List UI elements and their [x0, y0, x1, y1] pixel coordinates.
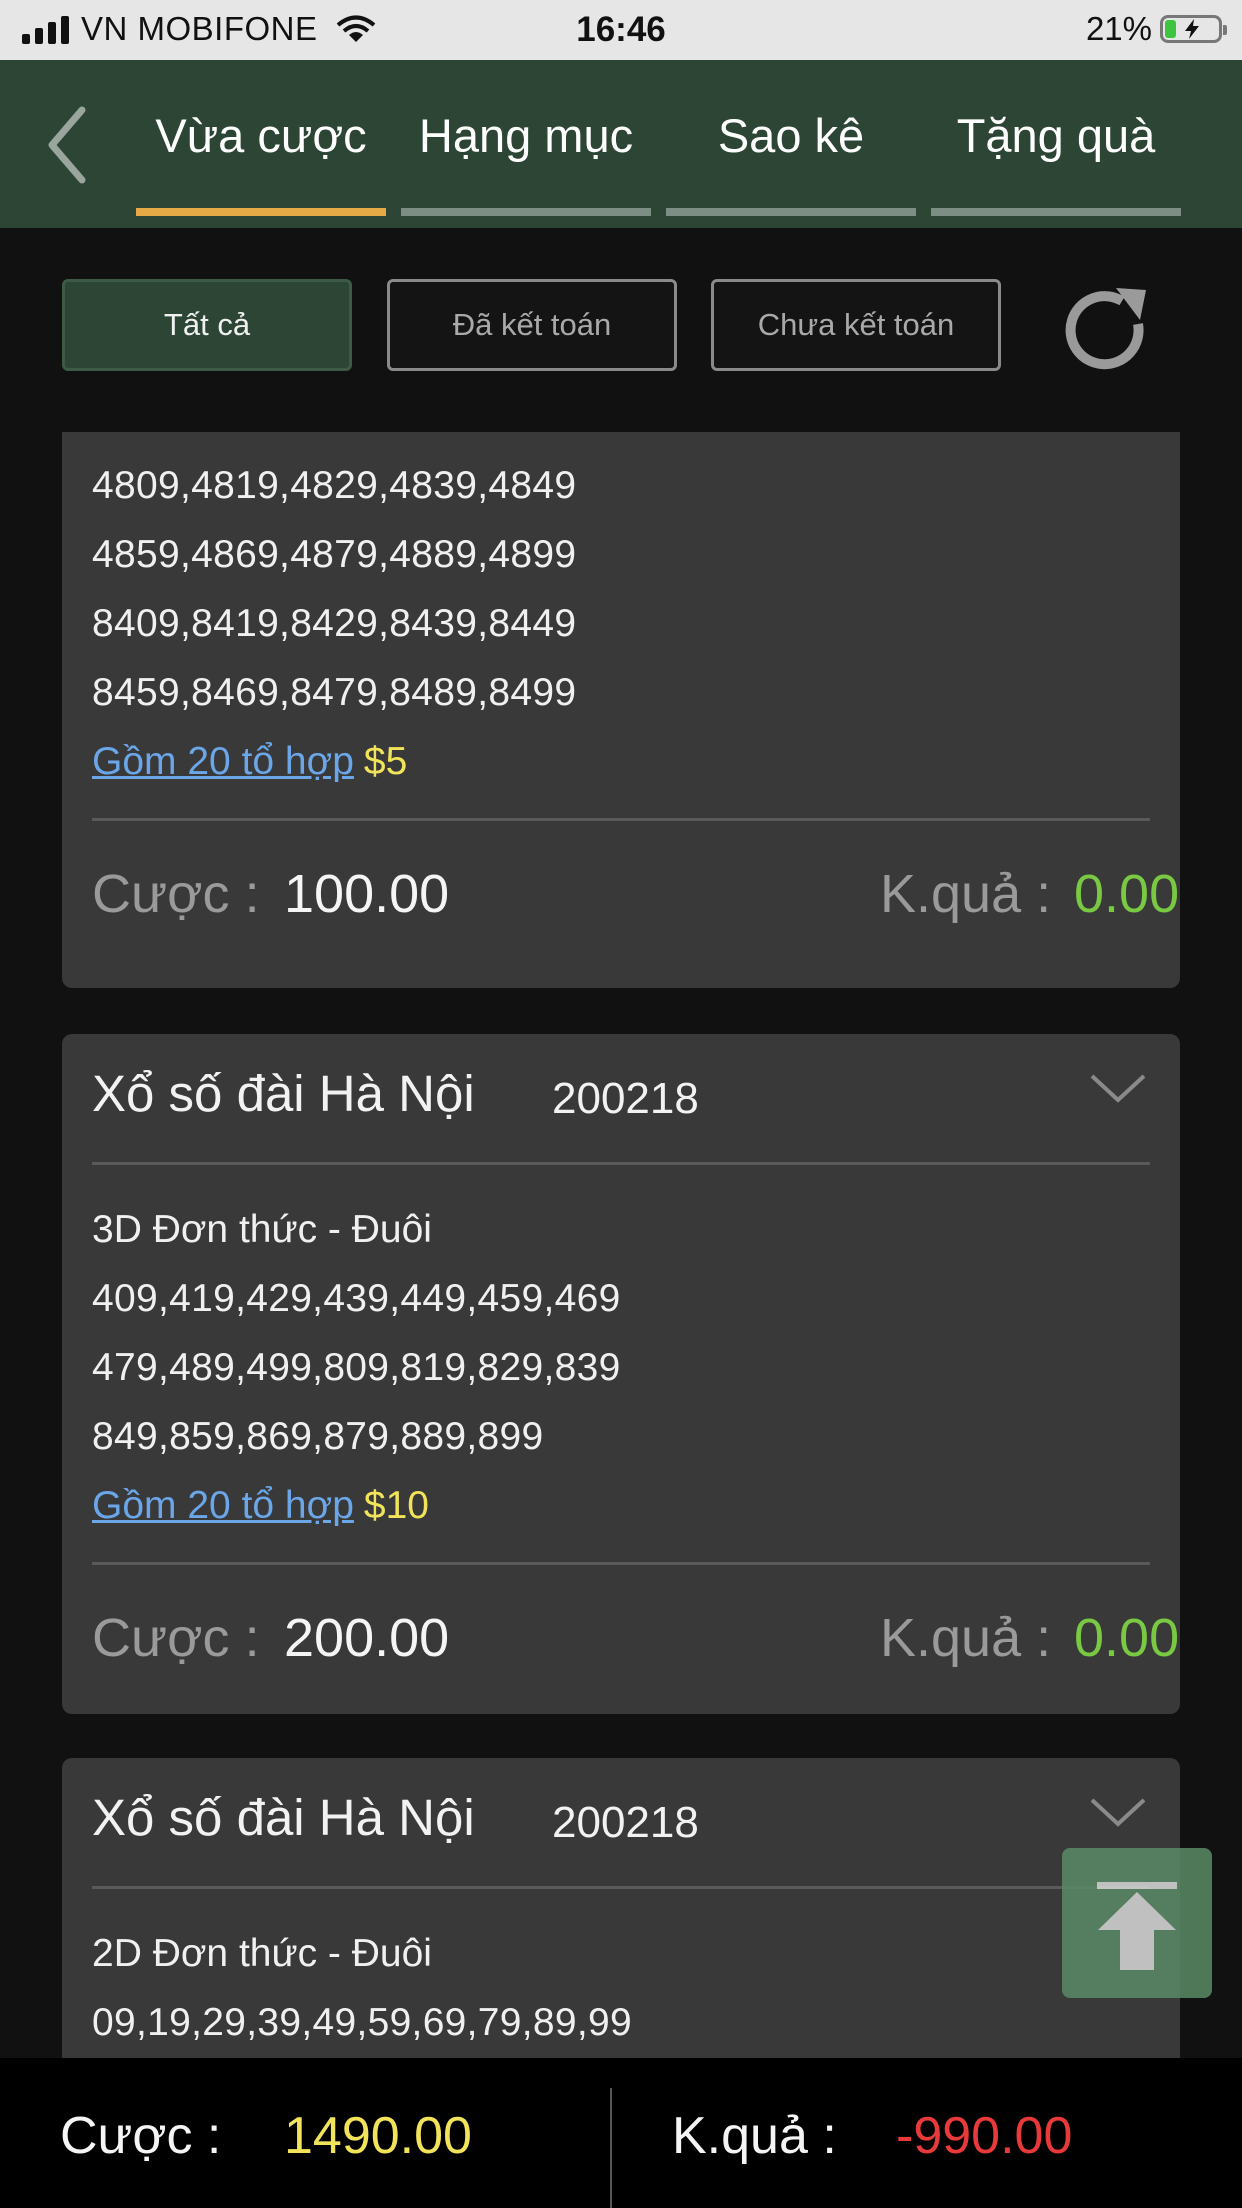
tab-indicator	[401, 208, 651, 216]
card-body: 4D Đơn thức - Đuôi 4809,4819,4829,4839,4…	[62, 432, 1180, 796]
bet-label: Cược :	[92, 864, 260, 924]
bet-card: Xổ số đài Hà Nội 200218 3D Đơn thức - Đu…	[62, 1034, 1180, 1714]
tab-vua-cuoc[interactable]: Vừa cược	[136, 108, 386, 216]
tab-indicator	[666, 208, 916, 216]
tab-label: Vừa cược	[155, 109, 367, 162]
clock: 16:46	[576, 10, 666, 49]
number-line: 09,19,29,39,49,59,69,79,89,99	[92, 2001, 633, 2044]
tab-indicator	[931, 208, 1181, 216]
combo-link[interactable]: Gồm 20 tổ hợp	[92, 740, 354, 783]
tab-indicator	[136, 208, 386, 216]
result-label: K.quả :	[880, 864, 1052, 924]
battery-percent: 21%	[1085, 10, 1152, 47]
battery-icon	[1160, 15, 1227, 43]
combo-amount: $10	[363, 1484, 429, 1527]
card-date: 200218	[552, 1074, 699, 1123]
number-line: 4809,4819,4829,4839,4849	[92, 464, 577, 507]
card-title: Xổ số đài Hà Nội	[92, 1789, 475, 1846]
total-result-value: -990.00	[896, 2107, 1073, 2165]
arrow-up-icon	[1097, 1882, 1177, 1970]
summary-bar: Cược : 1490.00 K.quả : -990.00	[0, 2058, 1242, 2208]
tab-label: Sao kê	[717, 109, 865, 162]
tab-label: Tặng quà	[956, 109, 1156, 162]
card-header[interactable]: Xổ số đài Hà Nội 200218	[92, 1758, 1150, 1889]
bet-type: 4D Đơn thức - Đuôi	[92, 432, 1150, 451]
bet-value: 100.00	[284, 864, 450, 924]
card-body: 3D Đơn thức - Đuôi 409,419,429,439,449,4…	[62, 1165, 1180, 1540]
result-value: 0.00	[1074, 1608, 1180, 1668]
scroll-to-top-button[interactable]	[1062, 1848, 1212, 1998]
tab-sao-ke[interactable]: Sao kê	[666, 108, 916, 216]
bet-card: Xổ số đài Hà Nội 200218 2D Đơn thức - Đu…	[62, 1758, 1180, 2058]
tab-label: Hạng mục	[418, 109, 634, 162]
bet-list[interactable]: 4D Đơn thức - Đuôi 4809,4819,4829,4839,4…	[0, 432, 1242, 2058]
card-body: 2D Đơn thức - Đuôi 09,19,29,39,49,59,69,…	[62, 1889, 1180, 2057]
combo-row: Gồm 20 tổ hợp $5	[92, 727, 1150, 796]
combo-amount: $5	[363, 740, 408, 783]
status-right: 21%	[1085, 10, 1227, 48]
filter-unsettled-button[interactable]: Chưa kết toán	[711, 279, 1001, 371]
battery-level	[1165, 20, 1176, 38]
card-date: 200218	[552, 1798, 699, 1847]
bet-type: 2D Đơn thức - Đuôi	[92, 1932, 432, 1975]
charging-bolt-icon	[1185, 19, 1199, 39]
number-line: 4859,4869,4879,4889,4899	[92, 533, 577, 576]
number-line: 8409,8419,8429,8439,8449	[92, 602, 577, 645]
tab-hang-muc[interactable]: Hạng mục	[401, 108, 651, 216]
bet-card: 4D Đơn thức - Đuôi 4809,4819,4829,4839,4…	[62, 432, 1180, 988]
card-footer: Cược : 200.00 K.quả : 0.00	[92, 1562, 1179, 1705]
bet-label: Cược :	[92, 1608, 260, 1668]
filter-all-button[interactable]: Tất cả	[62, 279, 352, 371]
divider	[610, 2088, 612, 2208]
chevron-down-icon[interactable]	[1086, 1068, 1150, 1108]
number-line: 409,419,429,439,449,459,469	[92, 1277, 621, 1320]
card-header[interactable]: Xổ số đài Hà Nội 200218	[92, 1034, 1150, 1165]
number-line: 8459,8469,8479,8489,8499	[92, 671, 577, 714]
chevron-down-icon[interactable]	[1086, 1792, 1150, 1832]
nav-header: Vừa cược Hạng mục Sao kê Tặng quà	[0, 60, 1242, 228]
bet-value: 200.00	[284, 1608, 450, 1668]
total-bet-value: 1490.00	[284, 2107, 472, 2165]
total-result-label: K.quả :	[672, 2107, 837, 2165]
result-label: K.quả :	[880, 1608, 1052, 1668]
card-footer: Cược : 100.00 K.quả : 0.00	[92, 818, 1179, 961]
tab-tang-qua[interactable]: Tặng quà	[931, 108, 1181, 216]
chevron-left-icon[interactable]	[38, 100, 98, 190]
status-bar: VN MOBIFONE 16:46 21%	[0, 0, 1242, 60]
refresh-icon[interactable]	[1060, 284, 1152, 376]
total-bet-label: Cược :	[60, 2107, 222, 2165]
number-line: 849,859,869,879,889,899	[92, 1415, 544, 1458]
filter-settled-button[interactable]: Đã kết toán	[387, 279, 677, 371]
combo-link[interactable]: Gồm 20 tổ hợp	[92, 1484, 354, 1527]
result-value: 0.00	[1074, 864, 1180, 924]
combo-row: Gồm 20 tổ hợp $10	[92, 1471, 1150, 1540]
bet-type: 3D Đơn thức - Đuôi	[92, 1208, 432, 1251]
number-line: 479,489,499,809,819,829,839	[92, 1346, 621, 1389]
card-title: Xổ số đài Hà Nội	[92, 1065, 475, 1122]
